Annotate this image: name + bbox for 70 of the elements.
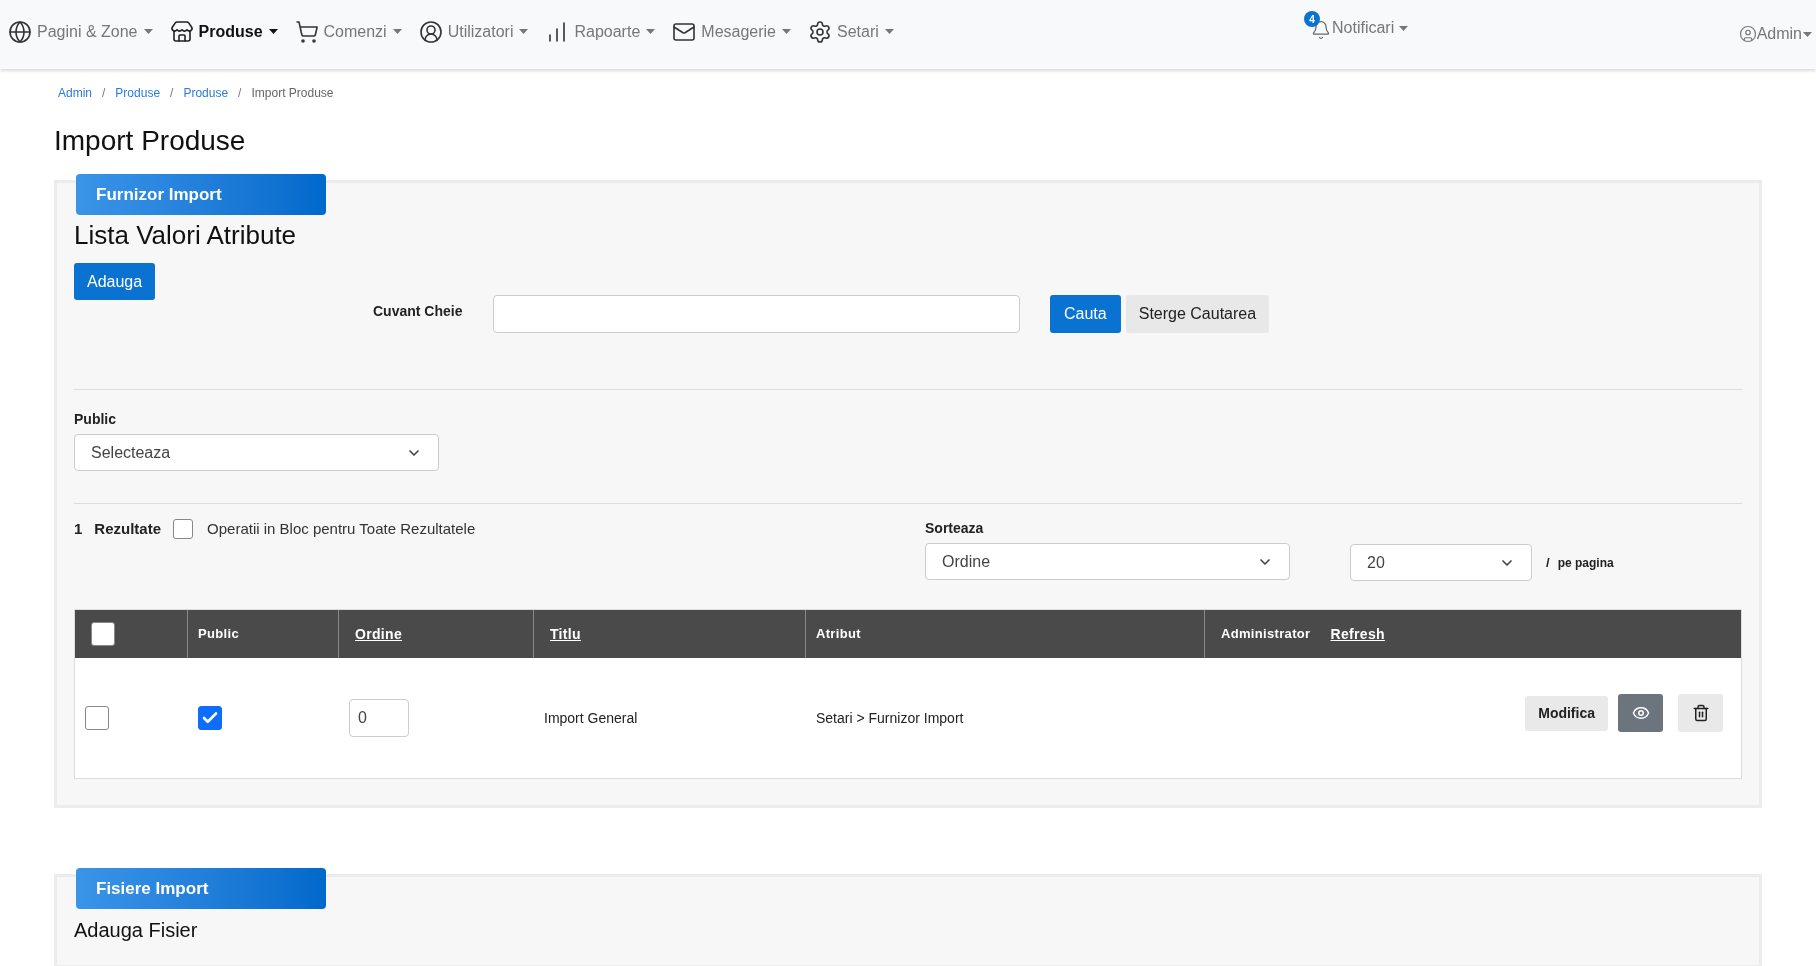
table-cell: Import General: [544, 709, 638, 726]
delete-button[interactable]: [1678, 694, 1723, 732]
panel-tab[interactable]: Fisiere Import: [76, 868, 326, 909]
nav-menu-item[interactable]: Utilizatori: [418, 19, 529, 44]
field-label: Public: [74, 410, 117, 429]
section-heading: Lista Valori Atribute: [74, 219, 298, 252]
caret-icon: [646, 29, 656, 34]
caret-icon: [392, 29, 402, 34]
eye-icon: [1631, 704, 1650, 722]
caret-icon: [519, 29, 529, 34]
select-all-checkbox[interactable]: [91, 622, 115, 646]
nav-icon: [418, 19, 443, 44]
search-button[interactable]: Cauta: [1050, 295, 1121, 333]
nav-icon: [294, 19, 319, 44]
caret-icon: [782, 29, 791, 34]
row-checkbox[interactable]: [85, 706, 109, 730]
breadcrumb-current: Import Produse: [251, 85, 334, 102]
public-checkbox[interactable]: [198, 706, 222, 730]
caret-icon: [143, 29, 153, 34]
refresh-link[interactable]: Refresh: [1330, 623, 1385, 645]
per-page-label: pe pagina: [1557, 554, 1614, 572]
table-cell: Setari > Furnizor Import: [816, 709, 964, 726]
breadcrumb-link[interactable]: Produse: [115, 84, 161, 102]
keyword-input[interactable]: [493, 295, 1020, 333]
caret-icon: [1803, 31, 1812, 37]
view-button[interactable]: [1618, 694, 1663, 732]
sort-link[interactable]: Ordine: [355, 623, 403, 645]
separator-text: /: [1546, 553, 1550, 572]
nav-icon: [808, 19, 832, 44]
section-heading: Adauga Fisier: [74, 918, 199, 943]
column-header: Public: [198, 625, 239, 644]
public-select[interactable]: Selecteaza: [74, 434, 439, 471]
nav-icon: [169, 19, 194, 44]
field-label: Sorteaza: [925, 519, 985, 538]
bulk-checkbox[interactable]: [173, 519, 194, 540]
caret-icon: [268, 29, 278, 34]
breadcrumb-separator: /: [170, 85, 174, 102]
page-title: Import Produse: [53, 124, 247, 158]
nav-icon: [8, 19, 32, 44]
caret-icon: [884, 29, 894, 34]
breadcrumb-separator: /: [102, 85, 106, 102]
column-header: Atribut: [816, 625, 861, 644]
nav-menu-item[interactable]: Pagini & Zone: [8, 19, 153, 44]
caret-icon: [1399, 25, 1409, 31]
notifications-menu[interactable]: Notificari: [1332, 16, 1409, 40]
trash-icon: [1691, 704, 1710, 722]
result-label: Rezultate: [94, 519, 162, 539]
nav-menu-item[interactable]: Mesagerie: [672, 19, 791, 44]
add-button[interactable]: Adauga: [74, 263, 156, 300]
breadcrumb-separator: /: [238, 85, 242, 102]
notification-badge: 4: [1304, 11, 1320, 27]
nav-menu-item[interactable]: Produse: [169, 19, 278, 44]
column-header: Administrator: [1221, 625, 1311, 644]
sort-link[interactable]: Titlu: [550, 623, 581, 645]
nav-menu-item[interactable]: Rapoarte: [545, 19, 656, 44]
clear-search-button[interactable]: Sterge Cautarea: [1125, 295, 1270, 333]
nav-menu-item[interactable]: Setari: [808, 19, 894, 44]
nav-menu-item[interactable]: Comenzi: [294, 19, 402, 44]
edit-button[interactable]: Modifica: [1525, 695, 1608, 731]
user-menu[interactable]: Admin: [1756, 22, 1812, 46]
user-icon: [1738, 25, 1757, 43]
breadcrumb-link[interactable]: Produse: [183, 84, 229, 102]
order-input[interactable]: 0: [349, 699, 409, 737]
sort-select[interactable]: Ordine: [925, 543, 1290, 580]
result-count: 1: [74, 519, 83, 539]
per-page-select[interactable]: 20: [1350, 544, 1532, 581]
breadcrumb-link[interactable]: Admin: [58, 84, 92, 102]
bulk-label: Operatii in Bloc pentru Toate Rezultatele: [207, 519, 476, 539]
panel-tab[interactable]: Furnizor Import: [76, 174, 326, 215]
field-label: Cuvant Cheie: [373, 302, 464, 321]
